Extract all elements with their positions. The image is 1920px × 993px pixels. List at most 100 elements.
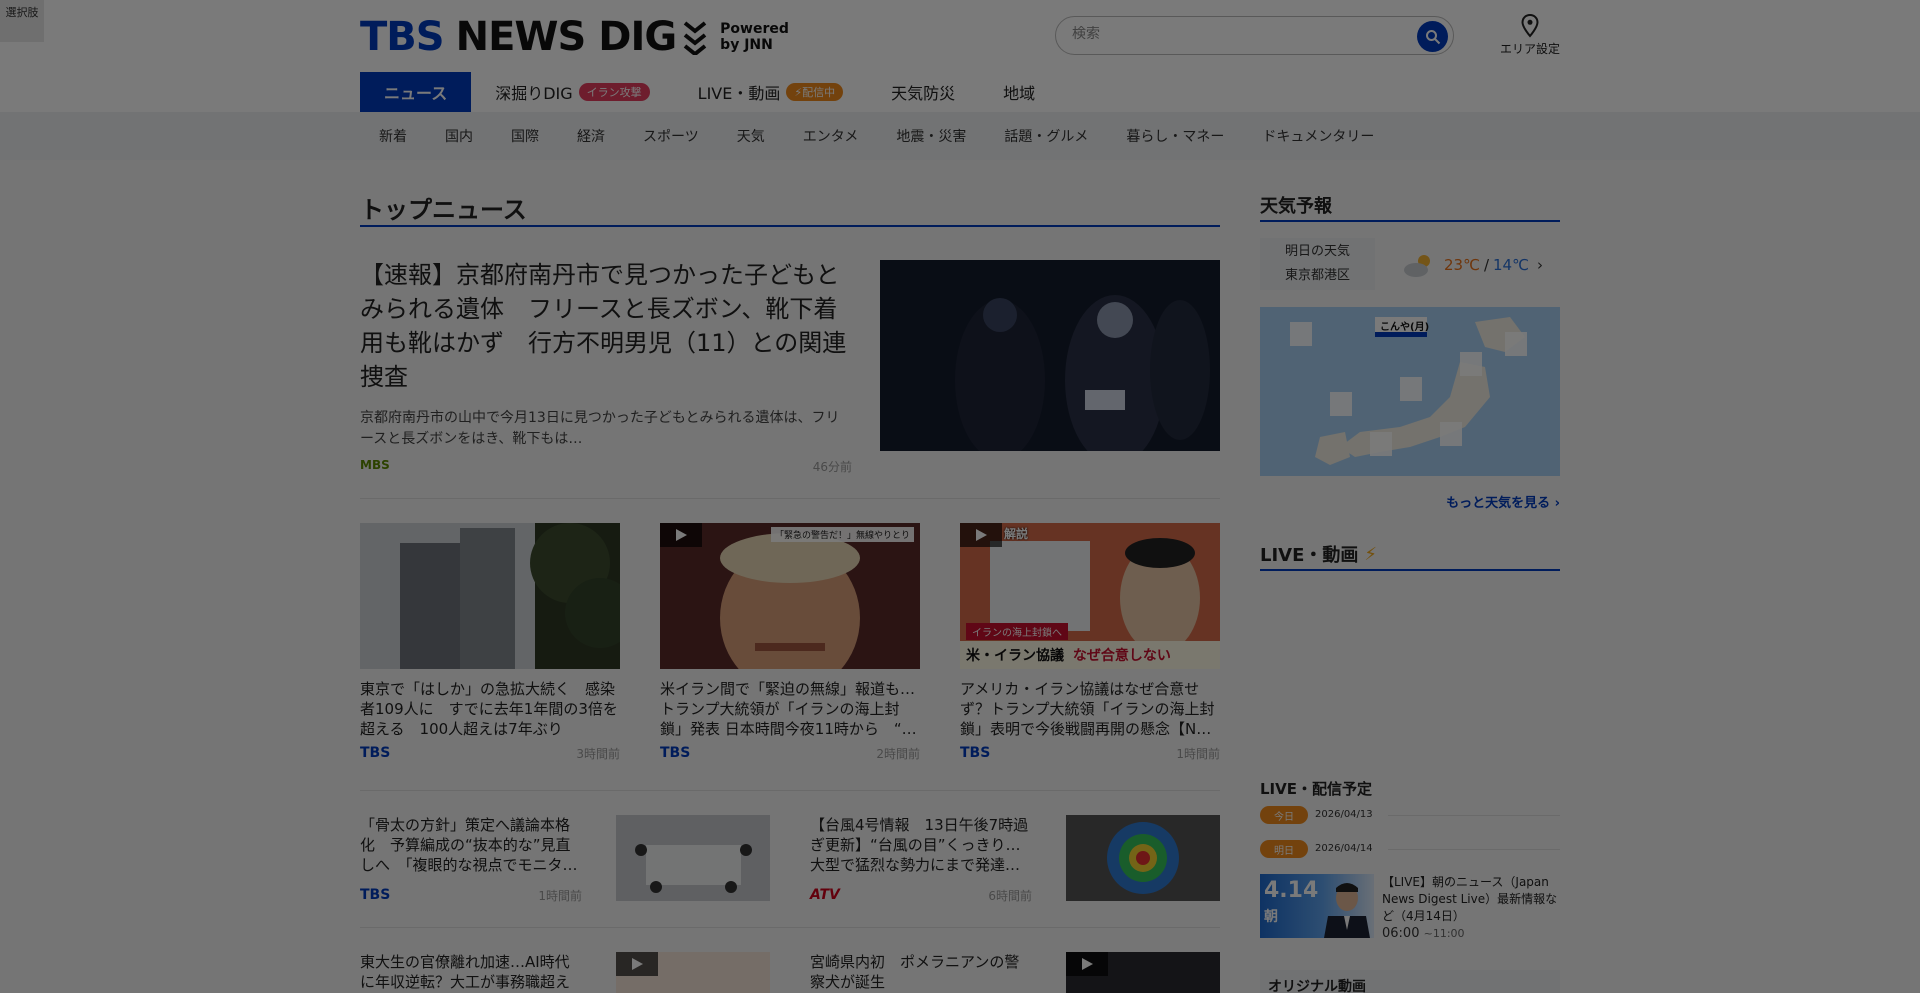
- temp-low: 14℃: [1493, 256, 1529, 274]
- weather-forecast[interactable]: 23℃ / 14℃ ›: [1402, 252, 1543, 278]
- list-item-source: ATV: [810, 887, 840, 903]
- list-item-thumb-dog: [1066, 952, 1220, 993]
- iran-attack-badge: イラン攻撃: [578, 83, 650, 101]
- location-pin-icon: [1521, 14, 1539, 38]
- options-button[interactable]: 選択肢: [0, 0, 44, 42]
- card-source: TBS: [960, 745, 991, 761]
- play-button-icon[interactable]: [1066, 952, 1108, 976]
- live-item-title[interactable]: 【LIVE】朝のニュース（Japan News Digest Live）最新情報…: [1382, 874, 1560, 925]
- typhoon-satellite-illustration: [1066, 815, 1220, 901]
- list-item-title: 宮崎県内初 ポメラニアンの警察犬が誕生: [810, 953, 1020, 991]
- thumb-caption-radio: 「緊急の警告だ！」無線やりとり: [770, 527, 914, 542]
- play-button-icon[interactable]: [660, 523, 702, 547]
- nav-live-video[interactable]: LIVE・動画 ⚡配信中: [674, 72, 867, 112]
- search-button[interactable]: [1417, 21, 1448, 52]
- nav-deep-dig[interactable]: 深掘りDIG イラン攻撃: [471, 72, 673, 112]
- subnav-economy[interactable]: 経済: [558, 126, 624, 146]
- list-item-thumb-meeting: [616, 815, 770, 901]
- area-setting-label: エリア設定: [1499, 42, 1560, 56]
- list-item-typhoon[interactable]: 【台風4号情報 13日午後7時過ぎ更新】“台風の目”くっきり…大型で猛烈な勢力に…: [810, 815, 1220, 903]
- live-thumb-sub: 朝: [1264, 909, 1278, 925]
- list-item-honebuto[interactable]: 「骨太の方針」策定へ議論本格化 予算編成の“抜本的な”見直しへ 「複眼的な視点で…: [360, 815, 770, 903]
- nav-news[interactable]: ニュース: [360, 72, 472, 112]
- dig-mark-icon: [683, 21, 707, 55]
- subnav-entertainment[interactable]: エンタメ: [784, 126, 878, 146]
- list-item-police-dog[interactable]: 宮崎県内初 ポメラニアンの警察犬が誕生: [810, 952, 1220, 993]
- lead-article-time: 46分前: [812, 460, 852, 474]
- top-news-underline: [360, 225, 1220, 227]
- map-city-marker: [1330, 392, 1352, 416]
- card-title: 米イラン間で「緊迫の無線」報道も…トランプ大統領が「イランの海上封鎖」発表 日本…: [660, 680, 917, 738]
- temp-high: 23℃: [1444, 256, 1480, 274]
- subnav-topics-gourmet[interactable]: 話題・グルメ: [985, 126, 1107, 146]
- divider-3: [360, 927, 1220, 928]
- lead-article-source: MBS: [360, 458, 390, 472]
- search-input[interactable]: [1072, 26, 1402, 42]
- nav-region-label: 地域: [1003, 84, 1036, 103]
- play-button-icon[interactable]: [960, 523, 1002, 547]
- subnav-earthquake-disaster[interactable]: 地震・災害: [877, 126, 985, 146]
- play-button-icon[interactable]: [616, 952, 658, 976]
- list-item-thumb-todai: [616, 952, 770, 993]
- weather-map[interactable]: こんや(月): [1260, 307, 1560, 476]
- nav-live-label: LIVE・動画: [697, 84, 781, 103]
- thumb-banner-talks: 米・イラン協議 なぜ合意しない: [966, 645, 1171, 665]
- original-video-section: オリジナル動画: [1260, 970, 1560, 993]
- day-line: [1388, 849, 1560, 850]
- map-city-marker: [1440, 422, 1462, 446]
- live-item-thumb[interactable]: 4.14 朝: [1260, 874, 1374, 938]
- lead-article-image[interactable]: [880, 260, 1220, 451]
- lead-article-desc: 京都府南丹市の山中で今月13日に見つかった子どもとみられる遺体は、フリースと長ズ…: [360, 410, 840, 447]
- subnav-documentary[interactable]: ドキュメンタリー: [1243, 126, 1393, 146]
- weather-location-box[interactable]: 明日の天気 東京都港区: [1260, 238, 1375, 290]
- lead-article-title[interactable]: 【速報】京都府南丹市で見つかった子どもとみられる遺体 フリースと長ズボン、靴下着…: [360, 258, 852, 394]
- chevron-right-icon: ›: [1554, 496, 1560, 511]
- lead-photo-illustration: [880, 260, 1220, 451]
- card-thumb-measles: [360, 523, 620, 669]
- weather-box-line1: 明日の天気: [1284, 244, 1350, 259]
- weather-heading: 天気予報: [1260, 196, 1332, 217]
- area-setting-button[interactable]: エリア設定: [1490, 14, 1570, 57]
- subnav-weather[interactable]: 天気: [718, 126, 784, 146]
- nav-weather-disaster[interactable]: 天気防災: [867, 72, 979, 112]
- subnav-domestic[interactable]: 国内: [426, 126, 492, 146]
- live-item-time: 06:00 ~11:00: [1382, 926, 1465, 941]
- more-weather-link[interactable]: もっと天気を見る ›: [1400, 492, 1560, 511]
- streaming-badge: ⚡配信中: [786, 83, 844, 101]
- thumb-tag-explainer: 解説: [1004, 527, 1029, 541]
- more-weather-label: もっと天気を見る: [1446, 496, 1551, 511]
- lightning-icon: ⚡: [794, 86, 803, 99]
- subnav-latest[interactable]: 新着: [360, 126, 426, 146]
- subnav-international[interactable]: 国際: [492, 126, 558, 146]
- day-date-tomorrow: 2026/04/14: [1315, 843, 1373, 854]
- live-thumb-date: 4.14: [1264, 878, 1319, 903]
- news-card-trump-radio[interactable]: 「緊急の警告だ！」無線やりとり 米イラン間で「緊迫の無線」報道も…トランプ大統領…: [660, 523, 920, 762]
- card-thumb-trump: 「緊急の警告だ！」無線やりとり: [660, 523, 920, 669]
- day-pill-today[interactable]: 今日: [1260, 806, 1308, 824]
- powered-by: Powered by JNN: [720, 21, 789, 53]
- divider-2: [360, 790, 1220, 791]
- main-nav: ニュース 深掘りDIG イラン攻撃 LIVE・動画 ⚡配信中 天気防災 地域: [360, 72, 1059, 112]
- top-news-heading: トップニュース: [360, 196, 527, 224]
- subnav-sports[interactable]: スポーツ: [624, 126, 718, 146]
- news-card-measles[interactable]: 東京で「はしか」の急拡大続く 感染者109人に すでに去年1年間の3倍を超える …: [360, 523, 620, 762]
- news-card-us-iran[interactable]: 解説 イランの海上封鎖へ 米・イラン協議 なぜ合意しない アメリカ・イラン協議は…: [960, 523, 1220, 762]
- list-item-time: 1時間前: [538, 889, 582, 903]
- site-logo[interactable]: TBS NEWS DIG Powered by JNN: [360, 14, 789, 60]
- day-pill-tomorrow[interactable]: 明日: [1260, 840, 1308, 858]
- powered-line1: Powered: [720, 21, 789, 37]
- card-time: 1時間前: [1176, 747, 1220, 761]
- site-header: 選択肢 TBS NEWS DIG Powered by JNN エリア設定: [0, 0, 1920, 112]
- live-schedule-heading: LIVE・配信予定: [1260, 780, 1372, 798]
- subnav-life-money[interactable]: 暮らし・マネー: [1107, 126, 1243, 146]
- partly-cloudy-icon: [1404, 255, 1430, 277]
- anchor-photo-illustration: [1324, 883, 1370, 938]
- map-city-marker: [1400, 377, 1422, 401]
- logo-news-dig: NEWS DIG: [455, 14, 678, 60]
- map-city-marker: [1505, 332, 1527, 356]
- nav-region[interactable]: 地域: [979, 72, 1059, 112]
- card-source: TBS: [360, 745, 391, 761]
- lightning-icon: ⚡: [1364, 543, 1378, 565]
- list-item-todai[interactable]: 東大生の官僚離れ加速…AI時代に年収逆転？大工が事務職超え: [360, 952, 770, 993]
- list-item-title: 「骨太の方針」策定へ議論本格化 予算編成の“抜本的な”見直しへ 「複眼的な視点で…: [360, 816, 578, 874]
